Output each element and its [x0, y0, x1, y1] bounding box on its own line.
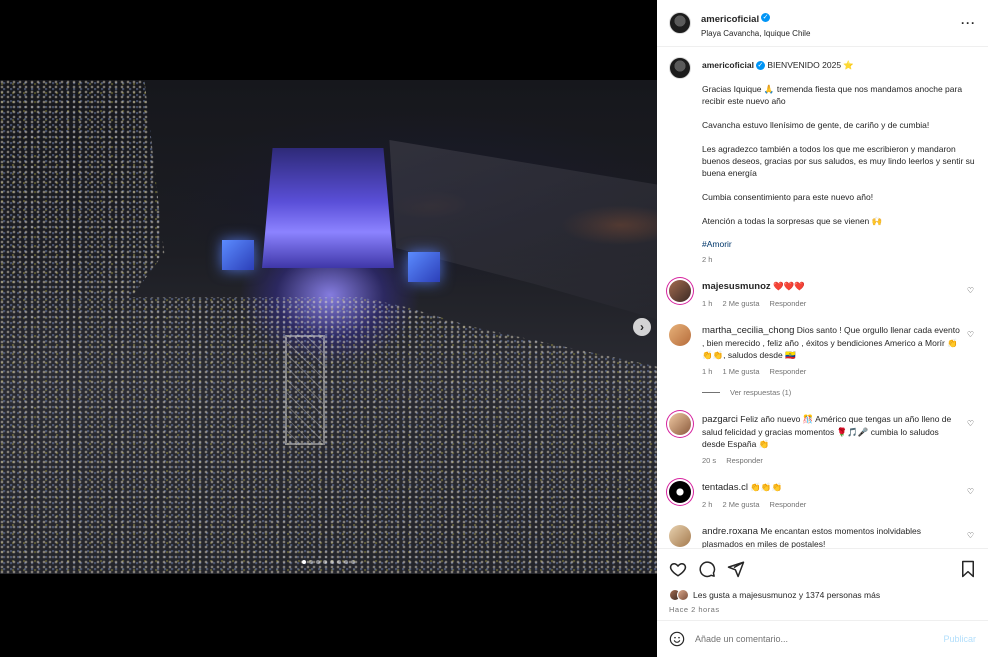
- comment-avatar[interactable]: [669, 324, 691, 346]
- post-actions: Les gusta a majesusmunoz y 1374 personas…: [657, 548, 988, 614]
- comment-icon[interactable]: [698, 560, 716, 578]
- caption-time: 2 h: [702, 255, 713, 264]
- comment-time: 1 h: [702, 367, 713, 376]
- comment-time: 2 h: [702, 500, 713, 509]
- heart-icon[interactable]: [669, 560, 687, 578]
- view-replies-button[interactable]: Ver respuestas (1): [702, 388, 976, 397]
- comment-username[interactable]: pazgarci: [702, 414, 738, 425]
- comment-username[interactable]: tentadas.cl: [702, 482, 748, 493]
- post-header: americoficial ✓ Playa Cavancha, Iquique C…: [657, 0, 988, 47]
- reply-button[interactable]: Responder: [770, 299, 807, 308]
- comment-text: ❤️❤️❤️: [773, 281, 805, 291]
- photo-camera-tower: [285, 335, 325, 445]
- carousel-dot: [316, 560, 320, 564]
- carousel-dot: [337, 560, 341, 564]
- comment-item: tentadas.cl 👏👏👏 2 h 2 Me gusta Responder…: [669, 481, 976, 509]
- heart-icon[interactable]: ♡: [967, 419, 974, 428]
- comment-username[interactable]: martha_cecilia_chong: [702, 325, 794, 336]
- post-time-ago: Hace 2 horas: [669, 605, 720, 614]
- verified-badge-icon: ✓: [761, 12, 771, 22]
- comment-avatar[interactable]: [669, 280, 691, 302]
- likes-text[interactable]: Les gusta a majesusmunoz y 1374 personas…: [693, 590, 880, 600]
- comment-text: 👏👏👏: [750, 482, 783, 492]
- carousel-indicator: [0, 560, 657, 564]
- photo-stage: [262, 148, 394, 268]
- heart-icon[interactable]: ♡: [967, 330, 974, 339]
- likes-summary[interactable]: Les gusta a majesusmunoz y 1374 personas…: [669, 589, 976, 601]
- comment-input[interactable]: [695, 634, 944, 644]
- reply-button[interactable]: Responder: [770, 367, 807, 376]
- comment-time: 1 h: [702, 299, 713, 308]
- reply-button[interactable]: Responder: [770, 500, 807, 509]
- heart-icon[interactable]: ♡: [967, 286, 974, 295]
- comment-likes[interactable]: 2 Me gusta: [722, 500, 759, 509]
- carousel-dot: [323, 560, 327, 564]
- heart-icon[interactable]: ♡: [967, 531, 974, 540]
- action-bar: [669, 559, 976, 579]
- share-icon[interactable]: [727, 560, 745, 578]
- post-media: ›: [0, 0, 657, 657]
- comment-avatar[interactable]: [669, 481, 691, 503]
- photo-screen-right: [408, 252, 440, 282]
- comment-item: andre.roxana Me encantan estos momentos …: [669, 525, 976, 548]
- comment-username[interactable]: andre.roxana: [702, 526, 758, 537]
- post-location[interactable]: Playa Cavancha, Iquique Chile: [701, 29, 961, 38]
- comment-text: Feliz año nuevo 🎊 Américo que tengas un …: [702, 414, 952, 449]
- author-username[interactable]: americoficial: [701, 14, 759, 25]
- replies-line: [702, 392, 720, 393]
- comments-scroll[interactable]: americoficial ✓ BIENVENIDO 2025 ⭐ Gracias…: [657, 47, 988, 548]
- photo-screen-left: [222, 240, 254, 270]
- view-replies-label[interactable]: Ver respuestas (1): [730, 388, 791, 397]
- reply-button[interactable]: Responder: [726, 456, 763, 465]
- post-side-panel: americoficial ✓ Playa Cavancha, Iquique C…: [657, 0, 988, 657]
- post-caption: americoficial ✓ BIENVENIDO 2025 ⭐ Gracias…: [669, 57, 976, 264]
- carousel-dot: [351, 560, 355, 564]
- carousel-dot: [309, 560, 313, 564]
- caption-hashtag[interactable]: #Amorir: [702, 239, 976, 249]
- comment-item: pazgarci Feliz año nuevo 🎊 Américo que t…: [669, 413, 976, 465]
- carousel-dot: [302, 560, 306, 564]
- comment-item: martha_cecilia_chong Dios santo ! Que or…: [669, 324, 976, 376]
- caption-title: BIENVENIDO 2025 ⭐: [767, 60, 855, 70]
- caption-username[interactable]: americoficial: [702, 60, 754, 70]
- verified-badge-icon: ✓: [755, 61, 765, 71]
- comment-time: 20 s: [702, 456, 717, 465]
- more-options-icon[interactable]: ···: [961, 16, 976, 30]
- emoji-icon[interactable]: [669, 631, 685, 647]
- post-photo-concert-crowd[interactable]: [0, 80, 657, 574]
- caption-body: Gracias Iquique 🙏 tremenda fiesta que no…: [702, 84, 975, 226]
- add-comment-bar: Publicar: [657, 620, 988, 657]
- bookmark-icon[interactable]: [960, 560, 976, 578]
- comment-item: majesusmunoz ❤️❤️❤️ 1 h 2 Me gusta Respo…: [669, 280, 976, 308]
- carousel-dot: [344, 560, 348, 564]
- comment-avatar[interactable]: [669, 413, 691, 435]
- author-avatar[interactable]: [669, 12, 691, 34]
- publish-button[interactable]: Publicar: [943, 634, 976, 644]
- comment-likes[interactable]: 1 Me gusta: [722, 367, 759, 376]
- carousel-dot: [330, 560, 334, 564]
- liker-avatar: [677, 589, 689, 601]
- comment-username[interactable]: majesusmunoz: [702, 281, 771, 292]
- next-arrow-icon[interactable]: ›: [633, 318, 651, 336]
- caption-avatar[interactable]: [669, 57, 691, 79]
- heart-icon[interactable]: ♡: [967, 487, 974, 496]
- comment-avatar[interactable]: [669, 525, 691, 547]
- comment-likes[interactable]: 2 Me gusta: [722, 299, 759, 308]
